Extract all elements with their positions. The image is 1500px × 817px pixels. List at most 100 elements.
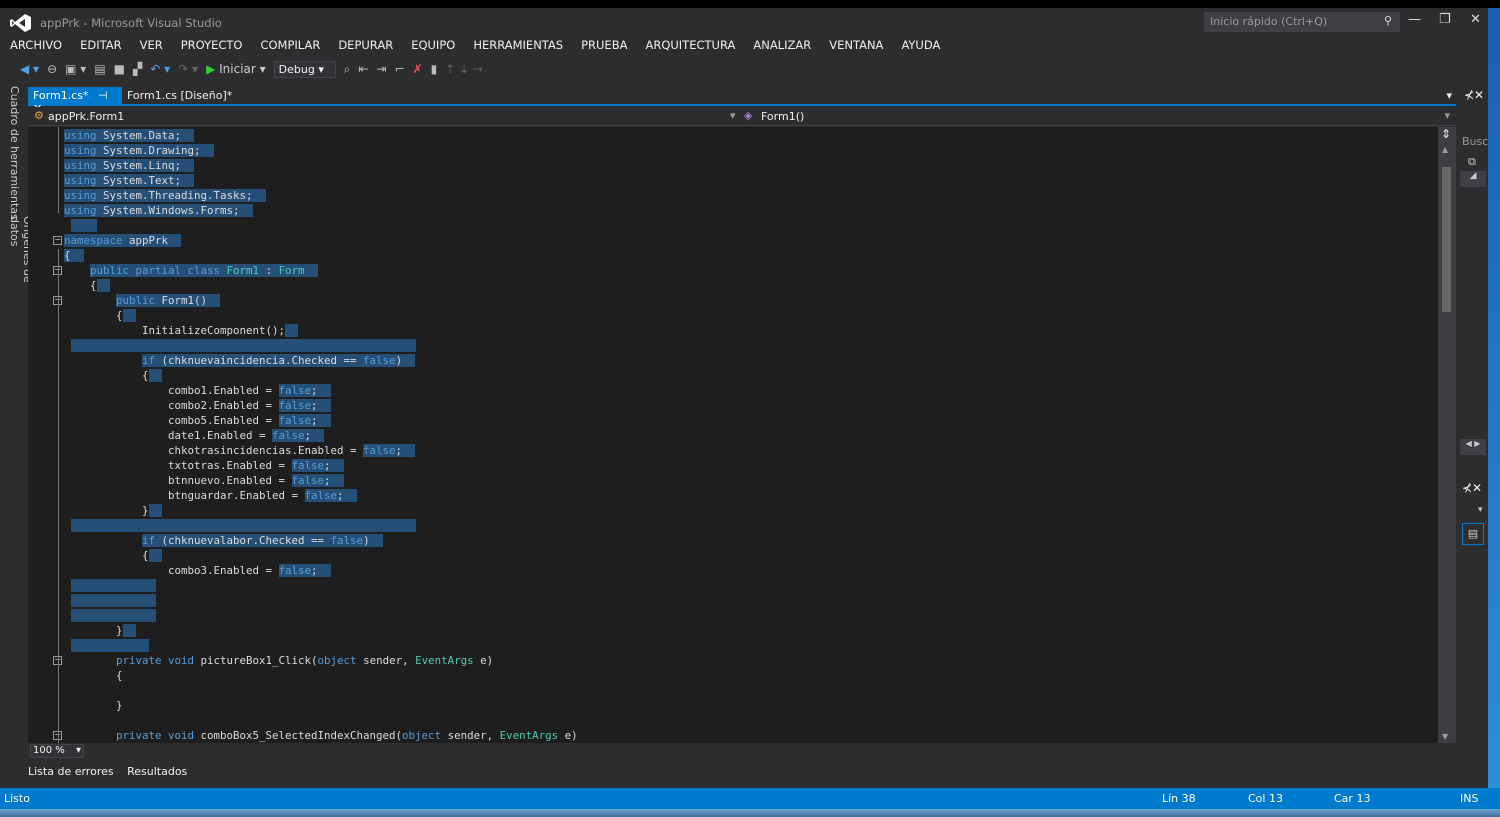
menu-editar[interactable]: EDITAR bbox=[80, 38, 122, 52]
vertical-scrollbar[interactable]: ⇕ ▲ ▼ bbox=[1438, 127, 1456, 743]
outline-line bbox=[58, 249, 59, 743]
minimize-button[interactable]: — bbox=[1408, 12, 1421, 27]
code-token: if bbox=[142, 534, 156, 547]
uncomment-icon[interactable]: ✗ bbox=[413, 62, 423, 76]
redo-icon[interactable]: ↷ ▾ bbox=[178, 62, 198, 76]
menu-depurar[interactable]: DEPURAR bbox=[338, 38, 393, 52]
code-token: { bbox=[64, 549, 149, 562]
left-tool-tabs: Cuadro de herramientas Orígenes de datos bbox=[0, 84, 34, 314]
code-token: combo3.Enabled = bbox=[64, 564, 279, 577]
code-token: System.Text; bbox=[96, 174, 182, 187]
output-tab[interactable]: Resultados bbox=[127, 765, 187, 778]
code-token: } bbox=[64, 504, 149, 517]
tab-list-dropdown-icon[interactable]: ▾ bbox=[1446, 89, 1452, 102]
status-text: Listo bbox=[4, 792, 30, 805]
scroll-up-icon[interactable]: ▲ bbox=[1442, 145, 1448, 154]
code-token: } bbox=[64, 624, 123, 637]
collapse-icon[interactable]: − bbox=[53, 236, 62, 245]
selection-block bbox=[71, 519, 416, 532]
menu-ventana[interactable]: VENTANA bbox=[829, 38, 883, 52]
start-button[interactable]: ▶ Iniciar ▾ bbox=[206, 62, 266, 76]
status-bar: Listo Lín 38 Col 13 Car 13 INS bbox=[0, 788, 1500, 809]
menu-compilar[interactable]: COMPILAR bbox=[260, 38, 320, 52]
class-dropdown[interactable]: appPrk.Form1 bbox=[48, 110, 124, 123]
code-line: combo1.Enabled = false; bbox=[64, 383, 331, 398]
toolbox-tab[interactable]: Cuadro de herramientas bbox=[8, 86, 21, 220]
code-token: false bbox=[363, 354, 396, 367]
member-dropdown[interactable]: Form1() bbox=[761, 110, 804, 123]
pin-icon[interactable]: ⊣ bbox=[98, 89, 108, 102]
toolbar: ◀ ▾ ⊖ ▣ ▾ ▤ ■ ▞ ↶ ▾ ↷ ▾ ▶ Iniciar ▾ Debu… bbox=[20, 59, 483, 79]
code-editor[interactable]: −−−−− using System.Data; using System.Dr… bbox=[28, 127, 1438, 743]
expand-icon[interactable]: ◢ bbox=[1460, 171, 1486, 187]
save-icon[interactable]: ■ bbox=[114, 62, 125, 76]
configuration-select[interactable]: Debug ▾ bbox=[273, 60, 336, 78]
forward-icon[interactable]: ⊖ bbox=[47, 62, 57, 76]
code-token: combo5.Enabled = bbox=[64, 414, 279, 427]
bookmark-nav-icon[interactable]: ⇡ ⇣ ⇢ bbox=[445, 62, 483, 76]
menu-proyecto[interactable]: PROYECTO bbox=[181, 38, 243, 52]
code-token: using bbox=[64, 189, 97, 202]
selection-pad bbox=[148, 504, 162, 517]
indent-icon[interactable]: ⇤ bbox=[358, 62, 368, 76]
chevron-down-icon[interactable]: ▾ bbox=[730, 109, 736, 122]
properties-icon[interactable]: ▤ bbox=[1462, 523, 1484, 545]
restore-button[interactable]: ❐ bbox=[1439, 12, 1451, 27]
tab-label: Form1.cs* bbox=[33, 89, 89, 102]
code-token: object bbox=[317, 654, 357, 667]
selection-pad bbox=[181, 174, 195, 187]
left-right-arrows-icon[interactable]: ◀ ▶ bbox=[1460, 439, 1486, 455]
code-token: pictureBox1_Click( bbox=[194, 654, 318, 667]
open-file-icon[interactable]: ▤ bbox=[94, 62, 105, 76]
visual-studio-logo-icon bbox=[10, 14, 31, 32]
search-icon: ⚲ bbox=[1383, 14, 1392, 27]
menu-ver[interactable]: VER bbox=[140, 38, 163, 52]
zoom-select[interactable]: 100 % ▾ bbox=[30, 744, 84, 758]
selection-pad bbox=[330, 459, 344, 472]
save-all-icon[interactable]: ▞ bbox=[133, 62, 142, 76]
code-line: { bbox=[64, 278, 110, 293]
selection-pad bbox=[200, 144, 214, 157]
menu-ayuda[interactable]: AYUDA bbox=[901, 38, 940, 52]
bookmark-icon[interactable]: ▮ bbox=[431, 62, 438, 76]
code-line: using System.Drawing; bbox=[64, 143, 214, 158]
menu-archivo[interactable]: ARCHIVO bbox=[10, 38, 62, 52]
menu-prueba[interactable]: PRUEBA bbox=[581, 38, 627, 52]
tab-form1-cs[interactable]: Form1.cs* ⊣ ✕ bbox=[28, 87, 122, 115]
error-list-tab[interactable]: Lista de errores bbox=[28, 765, 114, 778]
outdent-icon[interactable]: ⇥ bbox=[376, 62, 386, 76]
undo-icon[interactable]: ↶ ▾ bbox=[150, 62, 170, 76]
menu-herramientas[interactable]: HERRAMIENTAS bbox=[473, 38, 563, 52]
close-button[interactable]: ✕ bbox=[1470, 12, 1481, 27]
quick-launch-input[interactable]: Inicio rápido (Ctrl+Q) ⚲ bbox=[1204, 12, 1400, 32]
back-icon[interactable]: ◀ ▾ bbox=[20, 62, 39, 76]
tab-form1-design[interactable]: Form1.cs [Diseño]* bbox=[122, 87, 237, 105]
code-line: public partial class Form1 : Form bbox=[64, 263, 318, 278]
selection-pad bbox=[402, 354, 416, 367]
split-icon[interactable]: ⇕ bbox=[1441, 127, 1451, 141]
find-icon[interactable]: ⌕ bbox=[344, 62, 351, 77]
selection-pad bbox=[402, 444, 416, 457]
horizontal-scrollbar[interactable]: 100 % ▾ bbox=[28, 743, 1438, 759]
code-token: false bbox=[291, 459, 325, 472]
code-token: using bbox=[64, 129, 97, 142]
chevron-down-icon[interactable]: ▾ bbox=[1478, 505, 1483, 515]
code-line: using System.Linq; bbox=[64, 158, 195, 173]
menu-equipo[interactable]: EQUIPO bbox=[411, 38, 455, 52]
menu-arquitectura[interactable]: ARQUITECTURA bbox=[645, 38, 735, 52]
panel-icon[interactable]: ⧉ bbox=[1468, 155, 1476, 169]
scrollbar-thumb[interactable] bbox=[1442, 167, 1451, 312]
scroll-down-icon[interactable]: ▼ bbox=[1442, 732, 1448, 741]
code-token: date1.Enabled = bbox=[64, 429, 273, 442]
pin-close-icon[interactable]: ⊀✕ bbox=[1462, 481, 1482, 495]
code-line: using System.Data; bbox=[64, 128, 195, 143]
code-token: btnguardar.Enabled = bbox=[64, 489, 305, 502]
selection-pad bbox=[304, 264, 318, 277]
comment-icon[interactable]: ⌐ bbox=[395, 62, 405, 76]
search-panel-label: Busc bbox=[1462, 135, 1489, 148]
selection-pad bbox=[317, 564, 331, 577]
new-project-icon[interactable]: ▣ ▾ bbox=[65, 62, 86, 76]
menu-analizar[interactable]: ANALIZAR bbox=[753, 38, 811, 52]
chevron-down-icon[interactable]: ▾ bbox=[1444, 109, 1450, 122]
